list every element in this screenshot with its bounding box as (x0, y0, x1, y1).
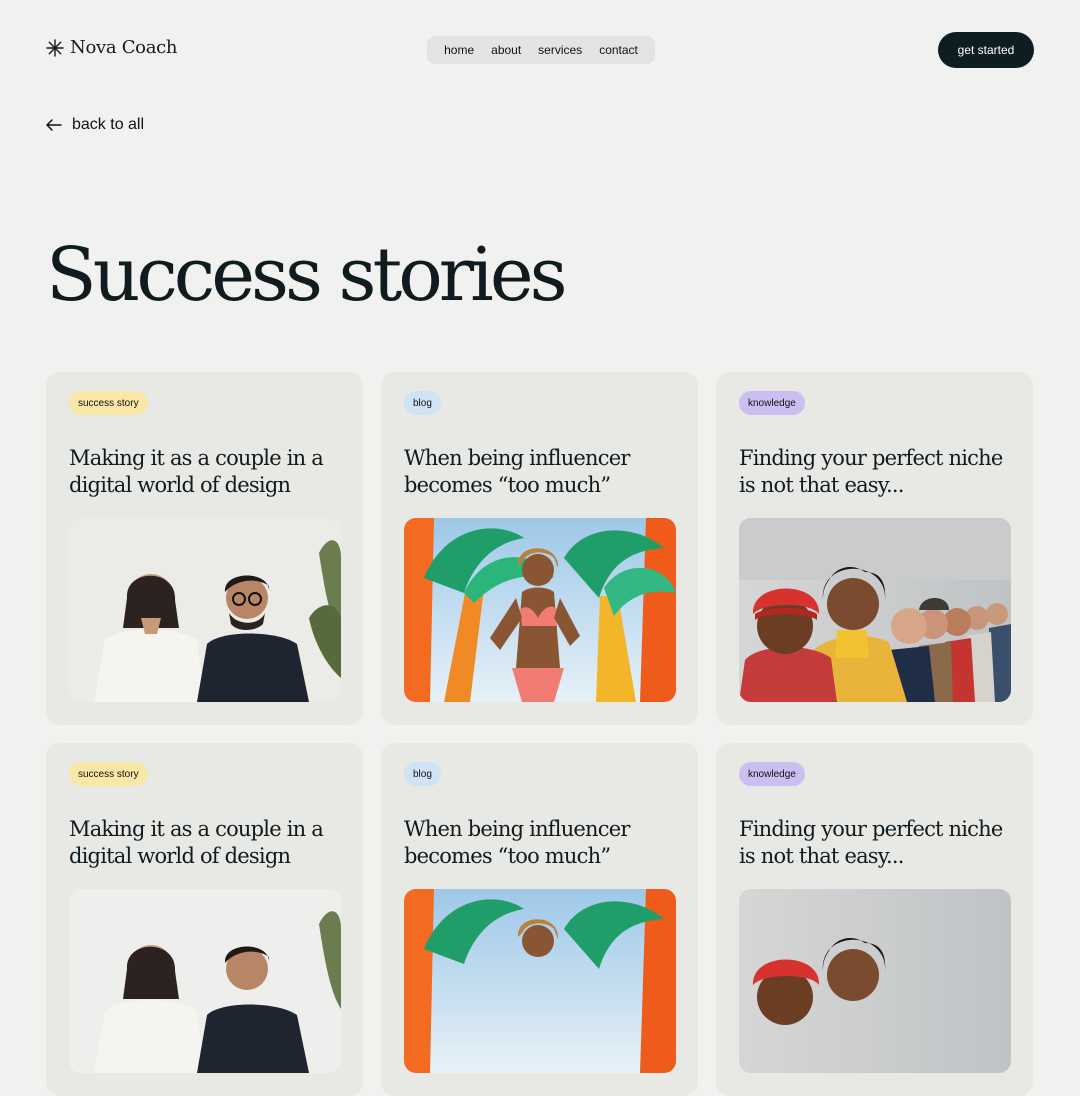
inflatable-palm-photo[interactable] (404, 518, 676, 702)
tag-badge[interactable]: success story (69, 762, 148, 786)
arrow-left-icon (46, 119, 62, 131)
couple-photo[interactable] (69, 889, 341, 1073)
nav-item-services[interactable]: services (538, 43, 582, 57)
brand-name: Nova Coach (70, 37, 178, 58)
card-title[interactable]: When being influencer becomes “too much” (404, 445, 674, 499)
card-title[interactable]: Finding your perfect niche is not that e… (739, 816, 1009, 870)
story-card[interactable]: success story Making it as a couple in a… (46, 372, 363, 725)
crowd-photo[interactable] (739, 518, 1011, 702)
back-to-all-link[interactable]: back to all (46, 116, 144, 134)
site-header: Nova Coach home about services contact g… (46, 32, 1034, 68)
story-card[interactable]: knowledge Finding your perfect niche is … (716, 372, 1033, 725)
card-title[interactable]: Making it as a couple in a digital world… (69, 816, 339, 870)
page-title: Success stories (46, 232, 568, 318)
inflatable-palm-photo[interactable] (404, 889, 676, 1073)
tag-badge[interactable]: knowledge (739, 762, 805, 786)
get-started-button[interactable]: get started (938, 32, 1034, 68)
story-card[interactable]: success story Making it as a couple in a… (46, 743, 363, 1096)
tag-badge[interactable]: success story (69, 391, 148, 415)
tag-badge[interactable]: blog (404, 391, 441, 415)
back-link-label: back to all (72, 116, 145, 133)
nav-item-about[interactable]: about (491, 43, 521, 57)
crowd-photo[interactable] (739, 889, 1011, 1073)
asterisk-star-icon (46, 38, 64, 57)
brand-logo[interactable]: Nova Coach (46, 37, 178, 58)
story-card[interactable]: knowledge Finding your perfect niche is … (716, 743, 1033, 1096)
tag-badge[interactable]: blog (404, 762, 441, 786)
stories-grid: success story Making it as a couple in a… (46, 372, 1034, 1096)
tag-badge[interactable]: knowledge (739, 391, 805, 415)
couple-photo[interactable] (69, 518, 341, 702)
nav-item-home[interactable]: home (444, 43, 474, 57)
card-title[interactable]: Finding your perfect niche is not that e… (739, 445, 1009, 499)
card-title[interactable]: Making it as a couple in a digital world… (69, 445, 339, 499)
nav-item-contact[interactable]: contact (599, 43, 638, 57)
card-title[interactable]: When being influencer becomes “too much” (404, 816, 674, 870)
story-card[interactable]: blog When being influencer becomes “too … (381, 372, 698, 725)
main-nav: home about services contact (427, 36, 655, 64)
story-card[interactable]: blog When being influencer becomes “too … (381, 743, 698, 1096)
